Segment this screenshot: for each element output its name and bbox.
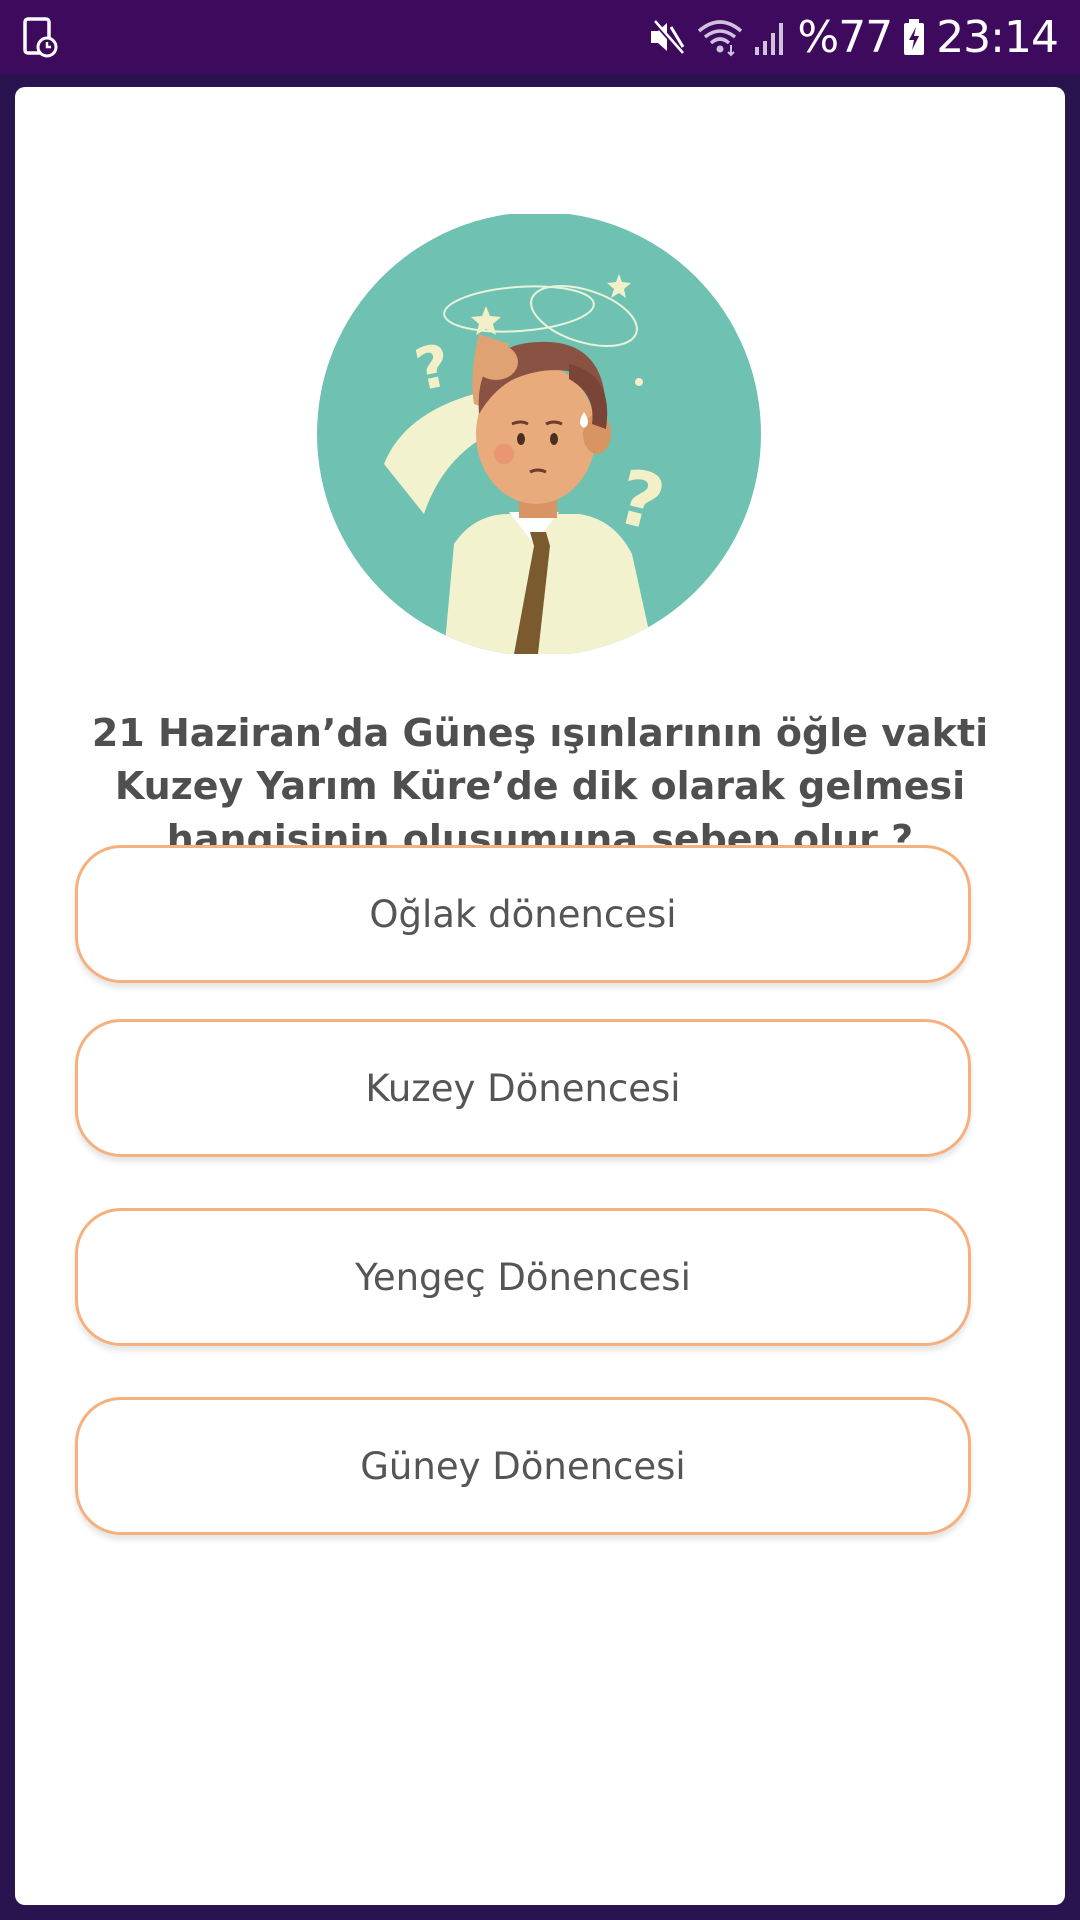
clock: 23:14 bbox=[936, 11, 1059, 63]
screenshot-icon bbox=[22, 16, 58, 58]
question-text: 21 Haziran’da Güneş ışınlarının öğle vak… bbox=[91, 711, 989, 861]
status-bar: %77 23:14 bbox=[0, 0, 1080, 74]
answer-option-label: Güney Dönencesi bbox=[360, 1444, 686, 1488]
answer-option-2[interactable]: Kuzey Dönencesi bbox=[75, 1019, 971, 1157]
quiz-screen: %77 23:14 ? ? 21 Haziran’da Güneş ışınla… bbox=[0, 0, 1080, 1920]
wifi-icon bbox=[697, 17, 743, 57]
answer-option-3[interactable]: Yengeç Dönencesi bbox=[75, 1208, 971, 1346]
battery-charging-icon bbox=[902, 17, 926, 57]
answer-option-1[interactable]: Oğlak dönencesi bbox=[75, 845, 971, 983]
answer-option-label: Oğlak dönencesi bbox=[369, 892, 677, 936]
answer-option-label: Yengeç Dönencesi bbox=[355, 1255, 691, 1299]
signal-icon bbox=[753, 17, 787, 57]
answer-option-4[interactable]: Güney Dönencesi bbox=[75, 1397, 971, 1535]
status-icons: %77 23:14 bbox=[647, 0, 1059, 74]
answer-option-label: Kuzey Dönencesi bbox=[365, 1066, 681, 1110]
quiz-card: ? ? 21 Haziran’da Güneş ışınlarının öğle… bbox=[15, 87, 1065, 1905]
confused-man-illustration: ? ? bbox=[314, 212, 764, 656]
battery-percent: %77 bbox=[797, 11, 893, 63]
mute-icon bbox=[647, 17, 687, 57]
